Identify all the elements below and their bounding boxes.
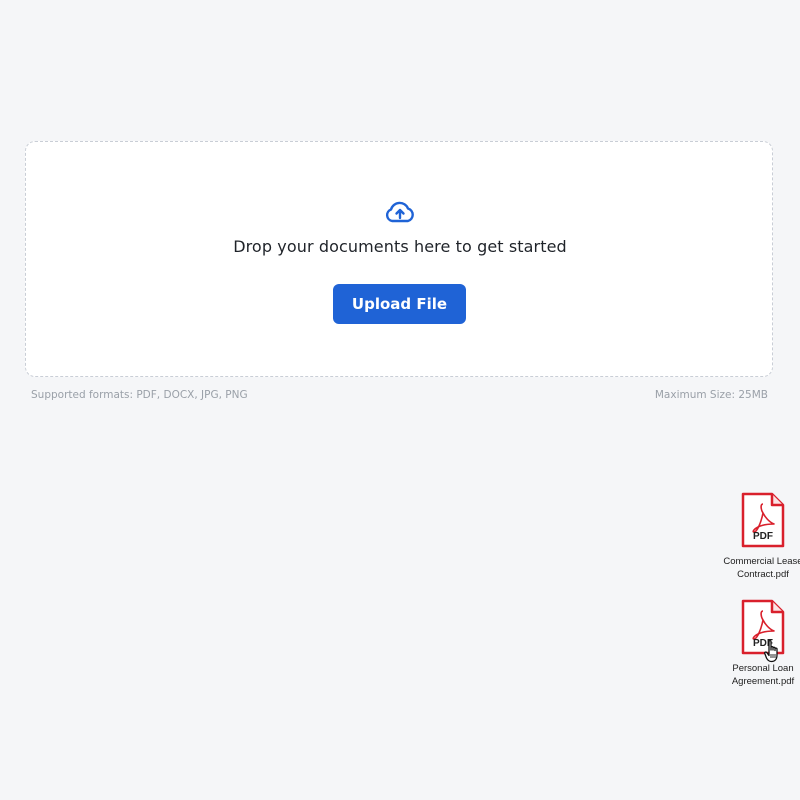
file-name: Commercial Lease Contract.pdf [723, 556, 800, 580]
upload-file-button[interactable]: Upload File [333, 284, 466, 324]
file-item-personal-loan[interactable]: PDF Personal Loan Agreement.pdf [718, 598, 800, 688]
pdf-file-icon: PDF [741, 492, 785, 548]
supported-formats-text: Supported formats: PDF, DOCX, JPG, PNG [31, 389, 248, 401]
file-item-commercial-lease[interactable]: PDF Commercial Lease Contract.pdf [718, 491, 800, 581]
upload-dropzone[interactable] [25, 141, 773, 377]
pdf-badge: PDF [753, 638, 773, 649]
pdf-badge: PDF [753, 531, 773, 542]
file-name: Personal Loan Agreement.pdf [731, 663, 795, 687]
pdf-file-icon: PDF [741, 599, 785, 655]
cloud-upload-icon [385, 201, 414, 223]
dropzone-message: Drop your documents here to get started [233, 237, 567, 256]
max-size-text: Maximum Size: 25MB [654, 389, 768, 401]
